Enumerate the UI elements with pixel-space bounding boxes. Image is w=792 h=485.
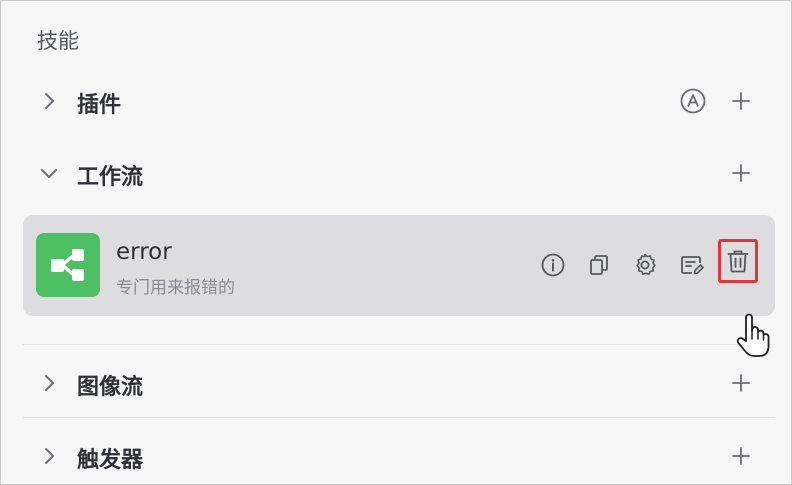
group-label: 图像流: [77, 375, 144, 400]
group-triggers[interactable]: 触发器: [23, 430, 775, 482]
hand-cursor-icon: [736, 313, 770, 357]
delete-button[interactable]: [718, 239, 758, 283]
workflow-name: error: [116, 239, 172, 265]
group-label: 工作流: [77, 165, 144, 190]
chevron-right-icon[interactable]: [37, 89, 61, 113]
divider: [23, 417, 775, 418]
delete-icon: [727, 250, 749, 273]
skills-panel: 技能 插件 工作流 error 专门用来报错的 图像流 触发器: [0, 0, 792, 485]
workflow-icon: [36, 233, 100, 297]
section-title: 技能: [37, 29, 79, 53]
group-workflows[interactable]: 工作流: [23, 147, 775, 199]
chevron-right-icon[interactable]: [37, 371, 61, 395]
settings-icon[interactable]: [632, 252, 658, 278]
workflow-description: 专门用来报错的: [116, 278, 235, 298]
group-label: 插件: [77, 93, 122, 118]
edit-icon[interactable]: [678, 252, 704, 278]
plus-icon[interactable]: [731, 373, 751, 393]
plus-icon[interactable]: [731, 163, 751, 183]
group-image-flows[interactable]: 图像流: [23, 357, 775, 409]
chevron-right-icon[interactable]: [37, 444, 61, 468]
group-label: 触发器: [77, 448, 144, 473]
plus-icon[interactable]: [731, 446, 751, 466]
divider: [23, 344, 775, 345]
auto-a-icon[interactable]: [679, 87, 707, 115]
group-plugins[interactable]: 插件: [23, 75, 775, 127]
info-icon[interactable]: [540, 252, 566, 278]
copy-icon[interactable]: [586, 252, 612, 278]
chevron-down-icon[interactable]: [37, 161, 61, 185]
plus-icon[interactable]: [731, 91, 751, 111]
workflow-item[interactable]: error 专门用来报错的: [23, 215, 775, 316]
